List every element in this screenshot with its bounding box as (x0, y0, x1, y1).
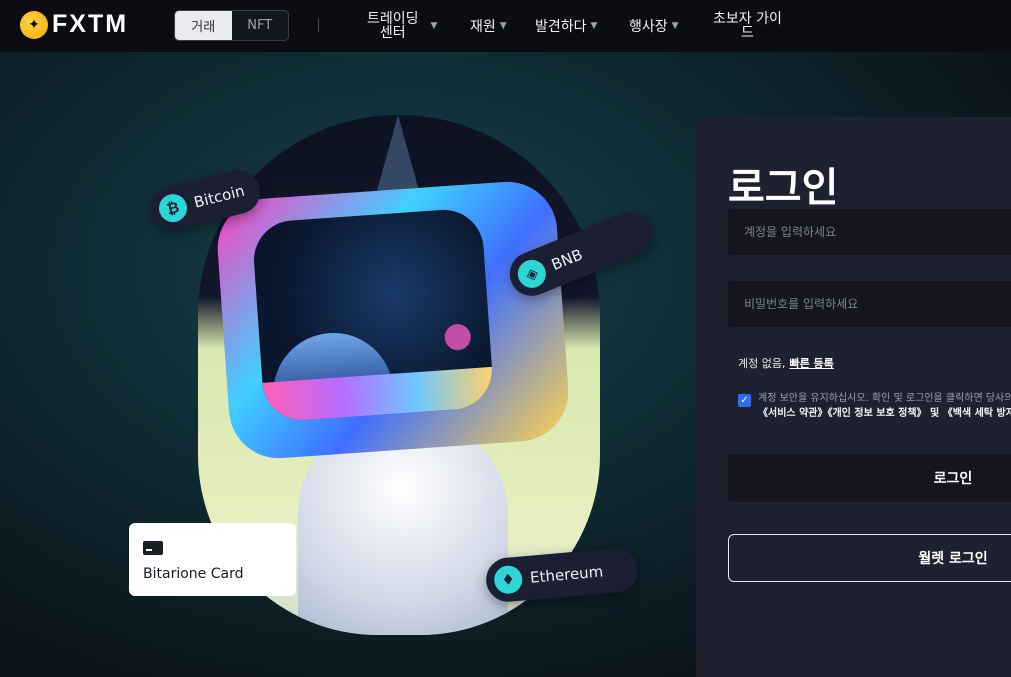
bitcoin-label: Bitcoin (192, 181, 247, 212)
quick-register-link[interactable]: 빠른 등록 (789, 357, 833, 370)
ethereum-icon: ♦ (493, 564, 524, 595)
consent-checkbox[interactable]: ✓ (738, 394, 751, 407)
signup-prompt: 계정 없음, 빠른 등록 (738, 355, 834, 371)
login-button[interactable]: 로그인 (728, 454, 1011, 502)
checkmark-icon: ✓ (740, 395, 749, 406)
consent-line: 계정 보안을 유지하십시오. 확인 및 로그인을 클릭하면 당사의 (758, 393, 1011, 404)
nav-trading-center[interactable]: 트레이딩 센터 ▼ (367, 0, 437, 52)
bitarione-card: Bitarione Card (129, 523, 296, 596)
chevron-down-icon: ▼ (590, 21, 598, 31)
helmet-screen (251, 207, 495, 423)
nav-beginner-guide-line1: 초보자 가이 (713, 11, 782, 27)
fxtm-logo[interactable]: ✦ FXTM (20, 10, 128, 39)
ethereum-label: Ethereum (529, 562, 604, 587)
planet-small (443, 323, 472, 352)
mode-segmented-control: 거래 NFT (174, 10, 289, 41)
bnb-icon: ◈ (513, 255, 551, 293)
nav-trading-center-line1: 트레이딩 (367, 11, 419, 27)
account-input[interactable] (728, 209, 1011, 255)
card-label: Bitarione Card (143, 566, 244, 582)
password-input[interactable] (728, 281, 1011, 327)
nav-beginner-guide-line2: 드 (740, 25, 754, 41)
wallet-login-button[interactable]: 월렛 로그인 (728, 534, 1011, 582)
policy-links[interactable]: 《서비스 약관》《개인 정보 보호 정책》 및 《백색 세탁 방지 (758, 406, 1011, 421)
bnb-label: BNB (548, 245, 586, 274)
no-account-text: 계정 없음, (738, 357, 786, 370)
consent-text: 계정 보안을 유지하십시오. 확인 및 로그인을 클릭하면 당사의 《서비스 약… (758, 391, 1011, 421)
nav-trading-center-label: 트레이딩 센터 (367, 12, 419, 40)
nav-events[interactable]: 행사장 ▼ (629, 0, 679, 52)
nav-divider (318, 18, 319, 32)
chevron-down-icon: ▼ (499, 21, 507, 31)
top-navigation-bar: ✦ FXTM 거래 NFT 트레이딩 센터 ▼ 재원 ▼ 발견하다 ▼ 행사장 … (0, 0, 1011, 52)
fxtm-logo-icon: ✦ (20, 10, 48, 39)
chevron-down-icon: ▼ (671, 21, 679, 31)
card-icon (143, 541, 163, 555)
nav-beginner-guide[interactable]: 초보자 가이 드 (713, 0, 782, 52)
bitcoin-icon: ₿ (156, 191, 190, 226)
nav-discover[interactable]: 발견하다 ▼ (535, 0, 597, 52)
page-title: 로그인 (728, 165, 839, 211)
chevron-down-icon: ▼ (430, 21, 438, 31)
nav-discover-label: 발견하다 (535, 19, 587, 35)
login-panel: 로그인 계정 없음,빠른 등록 ✓ 계정 보안을 유지하십시오. 확인 및 로그… (696, 117, 1011, 677)
nav-beginner-guide-label: 초보자 가이 드 (713, 12, 782, 40)
nav-trading-center-line2: 센터 (379, 25, 406, 41)
nav-finance-label: 재원 (470, 19, 496, 35)
segment-trade[interactable]: 거래 (175, 11, 232, 40)
nav-finance[interactable]: 재원 ▼ (470, 0, 507, 52)
logo-text: FXTM (52, 10, 129, 38)
segment-nft[interactable]: NFT (232, 11, 289, 40)
nav-events-label: 행사장 (629, 19, 668, 35)
